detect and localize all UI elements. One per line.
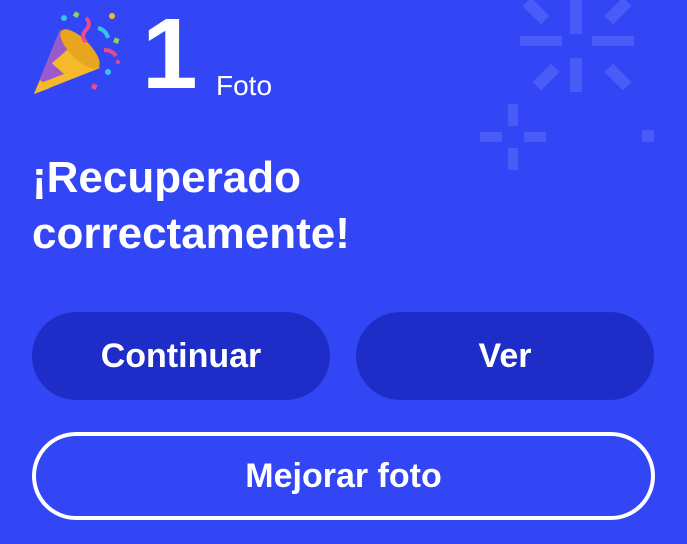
continue-button[interactable]: Continuar <box>32 312 330 400</box>
recovered-count-unit: Foto <box>216 70 273 101</box>
view-button[interactable]: Ver <box>356 312 654 400</box>
success-title-line-1: ¡Recuperado <box>32 153 301 202</box>
success-title-line-2: correctamente! <box>32 209 350 258</box>
recovered-count: 1 <box>142 0 198 110</box>
party-popper-icon <box>34 11 120 94</box>
enhance-photo-button[interactable]: Mejorar foto <box>32 432 655 520</box>
result-header: 1 Foto <box>30 4 430 108</box>
recovery-success-screen: 1 Foto ¡Recuperado correctamente! Contin… <box>0 0 687 544</box>
success-title: ¡Recuperado correctamente! <box>32 150 652 262</box>
